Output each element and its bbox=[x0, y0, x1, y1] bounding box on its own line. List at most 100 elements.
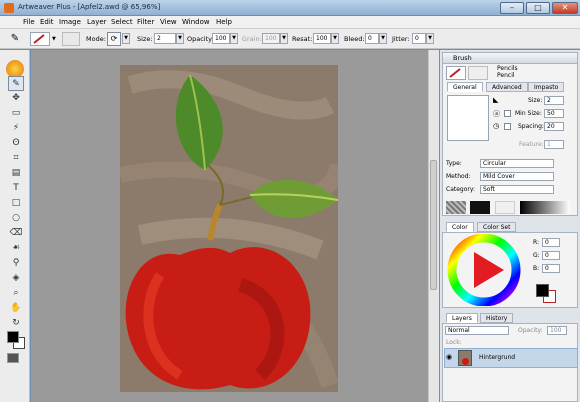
toolbox: ✎ ✥ ▭ ⚡ ʘ ⌗ ▤ T □ ○ ⌫ ☙ ⚲ ◈ ⌕ ✋ ↻ bbox=[0, 50, 30, 402]
r-field[interactable]: 0 bbox=[542, 238, 560, 247]
scrollbar-thumb[interactable] bbox=[430, 160, 437, 290]
tab-color[interactable]: Color bbox=[446, 222, 474, 232]
crop-tool-icon[interactable]: ⌗ bbox=[8, 151, 24, 166]
tab-history[interactable]: History bbox=[480, 313, 514, 323]
tab-general[interactable]: General bbox=[447, 82, 483, 92]
quick-mask-icon[interactable] bbox=[7, 353, 19, 363]
eyedropper-icon[interactable]: ⚲ bbox=[8, 256, 24, 271]
foreground-color-chip[interactable] bbox=[536, 284, 549, 297]
spacing-label: Spacing: bbox=[518, 123, 544, 130]
type-select[interactable]: Circular bbox=[480, 159, 554, 168]
layer-opacity-field[interactable]: 100 bbox=[547, 326, 567, 335]
zoom-tool-icon[interactable]: ⌕ bbox=[8, 286, 24, 301]
bleed-field[interactable]: 0 bbox=[365, 33, 379, 44]
rotate-tool-icon[interactable]: ↻ bbox=[8, 316, 24, 331]
paper-texture-swatch[interactable] bbox=[446, 201, 466, 214]
brush-panel-header: Brush bbox=[442, 52, 578, 64]
magic-wand-icon[interactable]: ⚡ bbox=[8, 121, 24, 136]
menu-file[interactable]: File bbox=[20, 17, 38, 28]
eraser-tool-icon[interactable]: ⌫ bbox=[8, 226, 24, 241]
gradient-swatch[interactable] bbox=[520, 201, 570, 214]
tab-advanced[interactable]: Advanced bbox=[486, 82, 528, 92]
maximize-button[interactable]: □ bbox=[526, 2, 550, 14]
minimize-button[interactable]: – bbox=[500, 2, 524, 14]
opacity-dropdown-icon[interactable]: ▼ bbox=[230, 33, 238, 44]
grain-dropdown-icon: ▼ bbox=[280, 33, 288, 44]
window-title: Artweaver Plus - [Apfel2.awd @ 65,96%] bbox=[18, 3, 161, 11]
opacity-field[interactable]: 100 bbox=[212, 33, 230, 44]
ellipse-tool-icon[interactable]: ○ bbox=[8, 211, 24, 226]
menu-view[interactable]: View bbox=[157, 17, 180, 28]
menu-help[interactable]: Help bbox=[213, 17, 235, 28]
mode-selector-icon[interactable]: ⟳ bbox=[107, 32, 121, 46]
menu-select[interactable]: Select bbox=[108, 17, 136, 28]
pressure-icon: ⓐ bbox=[493, 110, 500, 118]
brush-category-selector[interactable] bbox=[446, 66, 466, 80]
tab-impasto[interactable]: Impasto bbox=[528, 82, 565, 92]
bleed-dropdown-icon[interactable]: ▼ bbox=[379, 33, 387, 44]
clone-tool-icon[interactable]: ☙ bbox=[8, 241, 24, 256]
eye-visibility-icon[interactable]: ◉ bbox=[446, 353, 455, 362]
brush-variant-selector[interactable] bbox=[62, 32, 80, 46]
text-tool-icon[interactable]: T bbox=[8, 181, 24, 196]
menu-image[interactable]: Image bbox=[56, 17, 84, 28]
pencil-tool-icon[interactable]: ✎ bbox=[8, 32, 22, 46]
min-size-field[interactable]: 50 bbox=[544, 109, 564, 118]
menu-edit[interactable]: Edit bbox=[37, 17, 57, 28]
min-size-label: Min Size: bbox=[515, 110, 542, 117]
canvas[interactable] bbox=[120, 65, 338, 392]
tab-layers[interactable]: Layers bbox=[446, 313, 478, 323]
mode-dropdown-icon[interactable]: ▼ bbox=[122, 33, 130, 44]
resat-field[interactable]: 100 bbox=[313, 33, 331, 44]
blend-mode-select[interactable]: Normal bbox=[445, 326, 509, 335]
spacing-checkbox[interactable] bbox=[504, 123, 511, 130]
g-field[interactable]: 0 bbox=[542, 251, 560, 260]
size-dropdown-icon[interactable]: ▼ bbox=[176, 33, 184, 44]
hand-tool-icon[interactable]: ✋ bbox=[8, 301, 24, 316]
g-label: G: bbox=[533, 252, 540, 259]
rectangle-select-icon[interactable]: ▭ bbox=[8, 106, 24, 121]
category-select[interactable]: Soft bbox=[480, 185, 554, 194]
layer-thumbnail bbox=[458, 350, 472, 366]
title-bar: Artweaver Plus - [Apfel2.awd @ 65,96%] –… bbox=[0, 0, 580, 16]
pattern-swatch[interactable] bbox=[470, 201, 490, 214]
brush-preset-dropdown-icon[interactable]: ▼ bbox=[52, 32, 59, 46]
stamp-tool-icon[interactable]: ▤ bbox=[8, 166, 24, 181]
resat-dropdown-icon[interactable]: ▼ bbox=[331, 33, 339, 44]
fill-bucket-icon[interactable]: ◈ bbox=[8, 271, 24, 286]
foreground-color-swatch[interactable] bbox=[7, 331, 19, 343]
lasso-icon[interactable]: ʘ bbox=[8, 136, 24, 151]
min-size-checkbox[interactable] bbox=[504, 110, 511, 117]
shape-tool-icon[interactable]: □ bbox=[8, 196, 24, 211]
spacing-field[interactable]: 20 bbox=[544, 122, 564, 131]
grain-field: 100 bbox=[262, 33, 280, 44]
b-field[interactable]: 0 bbox=[542, 264, 560, 273]
menu-layer[interactable]: Layer bbox=[84, 17, 110, 28]
move-tool-icon[interactable]: ✥ bbox=[8, 91, 24, 106]
menu-filter[interactable]: Filter bbox=[134, 17, 157, 28]
size-field[interactable]: 2 bbox=[154, 33, 176, 44]
menu-window[interactable]: Window bbox=[179, 17, 213, 28]
method-select[interactable]: Mild Cover bbox=[480, 172, 554, 181]
brush-shape-icon[interactable]: ◣ bbox=[493, 96, 503, 105]
layer-name: Hintergrund bbox=[479, 354, 516, 361]
tab-color-set[interactable]: Color Set bbox=[477, 222, 517, 232]
nozzle-swatch[interactable] bbox=[495, 201, 515, 214]
tool-options-bar: ✎ ▼ Mode: ⟳ ▼ Size: 2 ▼ Opacity: 100 ▼ G… bbox=[0, 29, 580, 49]
brush-variant-selector[interactable] bbox=[468, 66, 488, 80]
color-wheel[interactable] bbox=[446, 234, 522, 306]
jitter-dropdown-icon[interactable]: ▼ bbox=[426, 33, 434, 44]
grain-label: Grain: bbox=[242, 35, 262, 43]
jitter-label: Jitter: bbox=[392, 35, 410, 43]
jitter-field[interactable]: 0 bbox=[412, 33, 426, 44]
brush-preset-selector[interactable] bbox=[30, 32, 50, 46]
r-label: R: bbox=[533, 239, 540, 246]
close-button[interactable]: ✕ bbox=[552, 2, 578, 14]
pencil-tool-icon[interactable]: ✎ bbox=[8, 76, 24, 91]
brush-size-field[interactable]: 2 bbox=[544, 96, 564, 105]
method-label: Method: bbox=[446, 173, 471, 180]
brush-category-name: Pencils bbox=[497, 65, 518, 72]
type-label: Type: bbox=[446, 160, 462, 167]
menu-bar: File Edit Image Layer Select Filter View… bbox=[0, 16, 580, 29]
bleed-label: Bleed: bbox=[344, 35, 365, 43]
